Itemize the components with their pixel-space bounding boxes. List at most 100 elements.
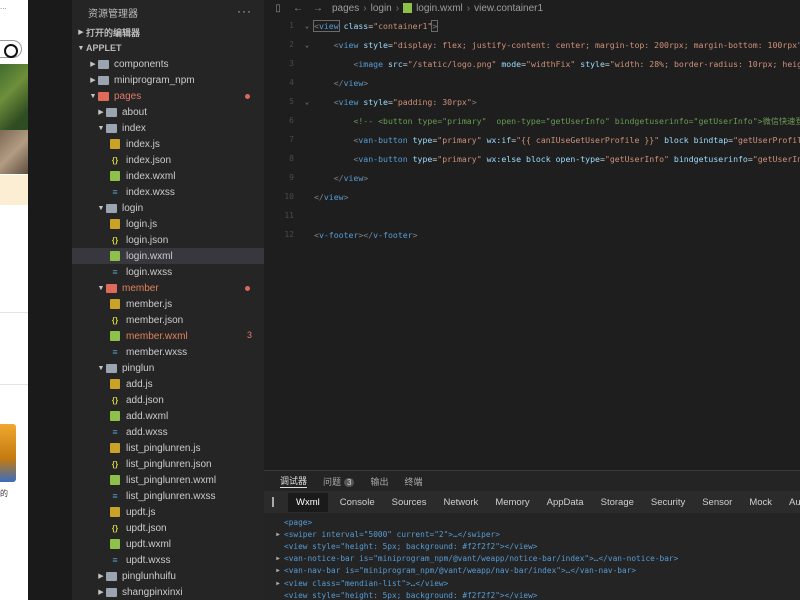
tab-appdata[interactable]: AppData [547,497,584,508]
tree-item-member[interactable]: ▼ member [72,280,264,296]
tree-item-add-json[interactable]: {} add.json [72,392,264,408]
tree-item-index-json[interactable]: {} index.json [72,152,264,168]
line-number: 5 [289,97,294,106]
expand-arrow-icon[interactable]: ▶ [272,555,284,562]
project-label: APPLET [86,43,122,53]
tab-debugger[interactable]: 调试器 [280,474,308,488]
open-editors-section[interactable]: ▶ 打开的编辑器 [72,24,264,40]
tree-item-pinglun[interactable]: ▼ pinglun [72,360,264,376]
tab-problems[interactable]: 问题 3 [323,475,355,488]
product-image[interactable] [0,424,16,482]
tree-item-miniprogram-npm[interactable]: ▶ miniprogram_npm [72,72,264,88]
back-arrow-icon[interactable]: ← [292,3,304,14]
tab-storage[interactable]: Storage [601,497,634,508]
code-line[interactable]: 2 ⌄ <view style="display: flex; justify-c… [264,35,800,54]
code-line[interactable]: 10 </view> [264,187,800,206]
code-line[interactable]: 4 </view> [264,73,800,92]
code-line[interactable]: 11 [264,206,800,225]
tree-item-member-json[interactable]: {} member.json [72,312,264,328]
tree-item-list-pinglunren-js[interactable]: list_pinglunren.js [72,440,264,456]
tree-item-about[interactable]: ▶ about [72,104,264,120]
tree-item-login-json[interactable]: {} login.json [72,232,264,248]
code-line[interactable]: 8 <van-button type="primary" wx:else blo… [264,149,800,168]
expand-arrow-icon[interactable]: ▶ [272,531,284,538]
breadcrumb-file[interactable]: login.wxml [416,3,463,14]
tree-item-label: shangpinxinxi [122,586,183,598]
tab-network[interactable]: Network [443,497,478,508]
tab-sources[interactable]: Sources [392,497,427,508]
tree-item-login[interactable]: ▼ login [72,200,264,216]
wxml-file-icon [110,539,120,549]
tab-output[interactable]: 输出 [370,475,388,488]
tree-item-login-wxss[interactable]: ≡ login.wxss [72,264,264,280]
tree-item-list-pinglunren-wxss[interactable]: ≡ list_pinglunren.wxss [72,488,264,504]
tree-item-updt-json[interactable]: {} updt.json [72,520,264,536]
code-line[interactable]: 1 ⌄ <view class="container1"> [264,16,800,35]
notice-bar [0,175,28,205]
tree-item-pinglunhuifu[interactable]: ▶ pinglunhuifu [72,568,264,584]
wxml-node[interactable]: <page> [264,516,800,528]
tree-item-index[interactable]: ▼ index [72,120,264,136]
tab-console[interactable]: Console [340,497,375,508]
forward-arrow-icon[interactable]: → [312,3,324,14]
tree-item-member-wxml[interactable]: member.wxml 3 [72,328,264,344]
tab-audits[interactable]: Audits [789,497,800,508]
tab-memory[interactable]: Memory [495,497,529,508]
tab-security[interactable]: Security [651,497,685,508]
code-editor[interactable]: ▯ ← → pages › login › login.wxml › view.… [264,0,800,470]
wxml-node[interactable]: ▶ <van-notice-bar is="miniprogram_npm/@va… [264,553,800,565]
swiper-image[interactable] [0,64,28,130]
fold-chevron-icon[interactable]: ⌄ [300,41,314,49]
wxml-node[interactable]: <view style="height: 5px; background: #f… [264,540,800,552]
tree-item-add-js[interactable]: add.js [72,376,264,392]
tree-item-member-js[interactable]: member.js [72,296,264,312]
more-actions-icon[interactable]: ··· [237,4,252,18]
wxml-node[interactable]: <view style="height: 5px; background: #f… [264,589,800,600]
code-tag: v-footer [373,229,413,240]
tab-terminal[interactable]: 终端 [405,475,423,488]
breadcrumb-separator: › [466,2,471,14]
tree-item-components[interactable]: ▶ components [72,56,264,72]
code-line[interactable]: 9 </view> [264,168,800,187]
tab-sensor[interactable]: Sensor [702,497,732,508]
breadcrumb-symbol[interactable]: view.container1 [474,3,543,14]
fold-chevron-icon[interactable]: ⌄ [300,22,314,30]
tree-item-label: index.json [126,154,172,166]
tab-mock[interactable]: Mock [749,497,772,508]
code-attr: bindgetuserinfo [673,153,748,164]
tree-item-updt-wxml[interactable]: updt.wxml [72,536,264,552]
project-section[interactable]: ▼ APPLET [72,40,264,56]
tree-item-list-pinglunren-json[interactable]: {} list_pinglunren.json [72,456,264,472]
expand-arrow-icon[interactable]: ▶ [272,567,284,574]
code-line[interactable]: 12 <v-footer></v-footer> [264,225,800,244]
bookmark-icon[interactable]: ▯ [272,3,284,14]
breadcrumb-pages[interactable]: pages [332,3,359,14]
tree-item-index-js[interactable]: index.js [72,136,264,152]
tree-item-index-wxss[interactable]: ≡ index.wxss [72,184,264,200]
tree-item-add-wxml[interactable]: add.wxml [72,408,264,424]
tree-item-updt-wxss[interactable]: ≡ updt.wxss [72,552,264,568]
tree-item-member-wxss[interactable]: ≡ member.wxss [72,344,264,360]
line-number: 7 [289,135,294,144]
fold-chevron-icon[interactable]: ⌄ [300,98,314,106]
capsule-button[interactable] [0,40,22,58]
wxml-node[interactable]: ▶ <van-nav-bar is="miniprogram_npm/@vant/… [264,565,800,577]
code-line[interactable]: 5 ⌄ <view style="padding: 30rpx"> [264,92,800,111]
tree-item-pages[interactable]: ▼ pages [72,88,264,104]
wxml-node[interactable]: ▶ <swiper interval="5000" current="2">…</… [264,528,800,540]
code-line[interactable]: 7 <van-button type="primary" wx:if="{{ c… [264,130,800,149]
tree-item-login-js[interactable]: login.js [72,216,264,232]
code-line[interactable]: 3 <image src="/static/logo.png" mode="wi… [264,54,800,73]
wxml-node[interactable]: ▶ <view class="mendian-list">…</view> [264,577,800,589]
expand-arrow-icon[interactable]: ▶ [272,580,284,587]
tree-item-updt-js[interactable]: updt.js [72,504,264,520]
tree-item-add-wxss[interactable]: ≡ add.wxss [72,424,264,440]
tree-item-shangpinxinxi[interactable]: ▶ shangpinxinxi [72,584,264,600]
tree-item-list-pinglunren-wxml[interactable]: list_pinglunren.wxml [72,472,264,488]
tab-wxml[interactable]: Wxml [288,492,328,512]
breadcrumb-login[interactable]: login [371,3,392,14]
inspect-element-icon[interactable] [272,497,274,507]
tree-item-index-wxml[interactable]: index.wxml [72,168,264,184]
code-line[interactable]: 6 <!-- <button type="primary" open-type=… [264,111,800,130]
tree-item-login-wxml[interactable]: login.wxml [72,248,264,264]
